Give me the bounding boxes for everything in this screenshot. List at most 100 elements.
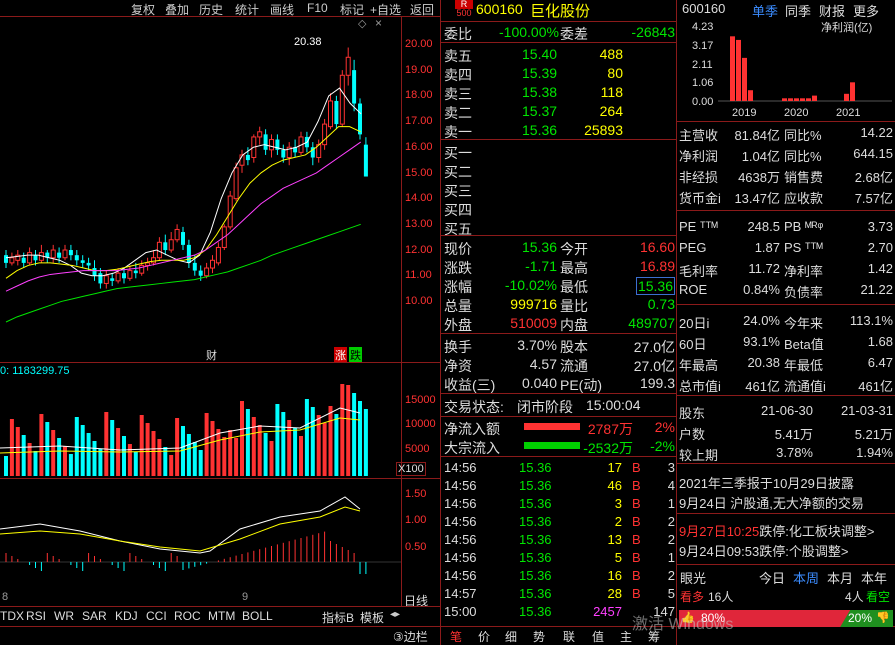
tab-sar[interactable]: SAR — [82, 609, 107, 623]
bid-row[interactable]: 买四 — [443, 199, 675, 218]
toolbar-f10[interactable]: F10 — [307, 1, 328, 15]
mini-bar — [794, 98, 799, 101]
bottom-tab[interactable]: 笔 — [450, 628, 462, 645]
volume-bar — [304, 399, 309, 476]
ask-row[interactable]: 卖二 15.37 264 — [443, 102, 675, 121]
candle-body — [145, 262, 151, 266]
scroll-arrows[interactable]: ◂▸ — [390, 609, 400, 620]
tab-cci[interactable]: CCI — [146, 609, 167, 623]
candle-body — [245, 154, 250, 161]
status-time: 15:00:04 — [586, 397, 641, 413]
val-row: ROE 0.84% 负债率 21.22 — [679, 281, 893, 300]
trade-side: B — [632, 478, 641, 493]
quote-row: 外盘 510009 内盘 489707 — [443, 314, 675, 333]
ask-price: 15.38 — [522, 84, 558, 100]
perf-label2: 年最低 — [784, 358, 824, 373]
tab-tdx[interactable]: TDX — [0, 609, 24, 623]
fin-label2: 应收款 — [784, 191, 824, 206]
alert-2[interactable]: 9月24日09:53跌停:个股调整> — [679, 541, 848, 560]
bottom-tab[interactable]: 细 — [505, 628, 517, 645]
perf-value2: 6.47 — [867, 355, 893, 370]
ask-row[interactable]: 卖一 15.36 25893 — [443, 121, 675, 140]
tab-mtm[interactable]: MTM — [208, 609, 235, 623]
price-tick: 10.00 — [405, 295, 433, 307]
cai-marker[interactable]: 财 — [206, 347, 217, 363]
fin-value2: 14.22 — [860, 125, 893, 140]
die-marker[interactable]: 跌 — [349, 347, 362, 363]
tab-tongji[interactable]: 同季 — [785, 1, 811, 20]
trade-row: 14:56 15.36 46 B 4 — [443, 477, 675, 495]
tab-year[interactable]: 本年 — [861, 568, 887, 587]
trade-time: 14:56 — [444, 478, 477, 493]
bottom-tab[interactable]: 势 — [533, 628, 545, 645]
price-tick: 14.00 — [405, 192, 433, 205]
tab-boll[interactable]: BOLL — [242, 609, 273, 623]
macd-tick-1.50: 1.50 — [405, 488, 427, 500]
candle-body — [192, 262, 197, 271]
mini-bar — [782, 98, 787, 101]
volume-bar — [198, 450, 203, 476]
perf-label2: Beta值 — [784, 337, 824, 352]
tab-rsi[interactable]: RSI — [26, 609, 46, 623]
macd-chart[interactable] — [0, 479, 401, 587]
ask-label: 卖五 — [444, 48, 472, 64]
volume-bar — [80, 425, 85, 476]
quote-value2: 489707 — [628, 315, 675, 331]
bottom-tab[interactable]: 主 — [620, 628, 632, 645]
bid-row[interactable]: 买三 — [443, 180, 675, 199]
news-item-1[interactable]: 2021年三季报于10月29日披露 — [679, 473, 854, 492]
price-tick: 20.00 — [405, 38, 433, 50]
bottom-tab[interactable]: 值 — [592, 628, 604, 645]
volume-bar — [322, 423, 327, 476]
candle-body — [122, 273, 126, 279]
volume-bar — [92, 441, 97, 476]
tab-muban[interactable]: 模板 — [360, 609, 384, 626]
perf-value2: 1.68 — [867, 334, 893, 349]
ask-row[interactable]: 卖三 15.38 118 — [443, 83, 675, 102]
trade-count: 2 — [667, 532, 675, 547]
tab-caibao[interactable]: 财报 — [819, 1, 845, 20]
volume-bar — [234, 438, 239, 476]
quote-label: 总量 — [444, 298, 472, 314]
stock-name: 巨化股份 — [530, 3, 591, 20]
fund-value: 4.57 — [529, 356, 557, 372]
perf-value2: 113.1% — [849, 313, 893, 328]
tab-today[interactable]: 今日 — [759, 568, 785, 587]
fin-label: 主营收 — [679, 128, 719, 143]
volume-bar — [293, 428, 298, 476]
bottom-tab[interactable]: 价 — [478, 628, 490, 645]
tab-month[interactable]: 本月 — [827, 568, 853, 587]
zhang-marker[interactable]: 涨 — [334, 347, 347, 363]
candle-body — [62, 249, 68, 259]
ask-row[interactable]: 卖四 15.39 80 — [443, 64, 675, 83]
trade-price: 15.36 — [519, 532, 552, 547]
tab-week[interactable]: 本周 — [793, 568, 819, 587]
bid-row[interactable]: 买二 — [443, 161, 675, 180]
volume-chart[interactable] — [0, 378, 401, 476]
news-item-2[interactable]: 9月24日 沪股通,无大净额的交易 — [679, 493, 864, 512]
bottom-tab[interactable]: 联 — [563, 628, 575, 645]
quote-row: 总量 999716 量比 0.73 — [443, 295, 675, 314]
vol-tick-15000: 15000 — [405, 394, 436, 406]
bottom-tab[interactable]: ③边栏 — [393, 628, 428, 645]
kline-chart[interactable] — [0, 17, 401, 362]
fund-value2: 199.3 — [639, 375, 675, 391]
volume-bar — [340, 384, 345, 476]
tab-zhibiao-b[interactable]: 指标B — [322, 609, 354, 626]
candle-body — [339, 74, 345, 125]
ask-row[interactable]: 卖五 15.40 488 — [443, 45, 675, 64]
quote-label2: 内盘 — [560, 317, 588, 333]
val-label: PE ᵀᵀᴹ — [679, 219, 718, 234]
alert-1[interactable]: 9月27日10:25跌停:化工板块调整> — [679, 521, 874, 540]
tab-danji[interactable]: 单季 — [752, 1, 778, 20]
trade-row: 14:56 15.36 5 B 1 — [443, 549, 675, 567]
bid-row[interactable]: 买一 — [443, 142, 675, 161]
tab-gengduo[interactable]: 更多 — [853, 1, 879, 20]
tab-wr[interactable]: WR — [54, 609, 74, 623]
tab-kdj[interactable]: KDJ — [115, 609, 138, 623]
volume-bar — [352, 393, 357, 476]
trade-price: 15.36 — [519, 604, 552, 619]
bid-row[interactable]: 买五 — [443, 218, 675, 237]
tab-roc[interactable]: ROC — [174, 609, 201, 623]
trade-side: B — [632, 586, 641, 601]
